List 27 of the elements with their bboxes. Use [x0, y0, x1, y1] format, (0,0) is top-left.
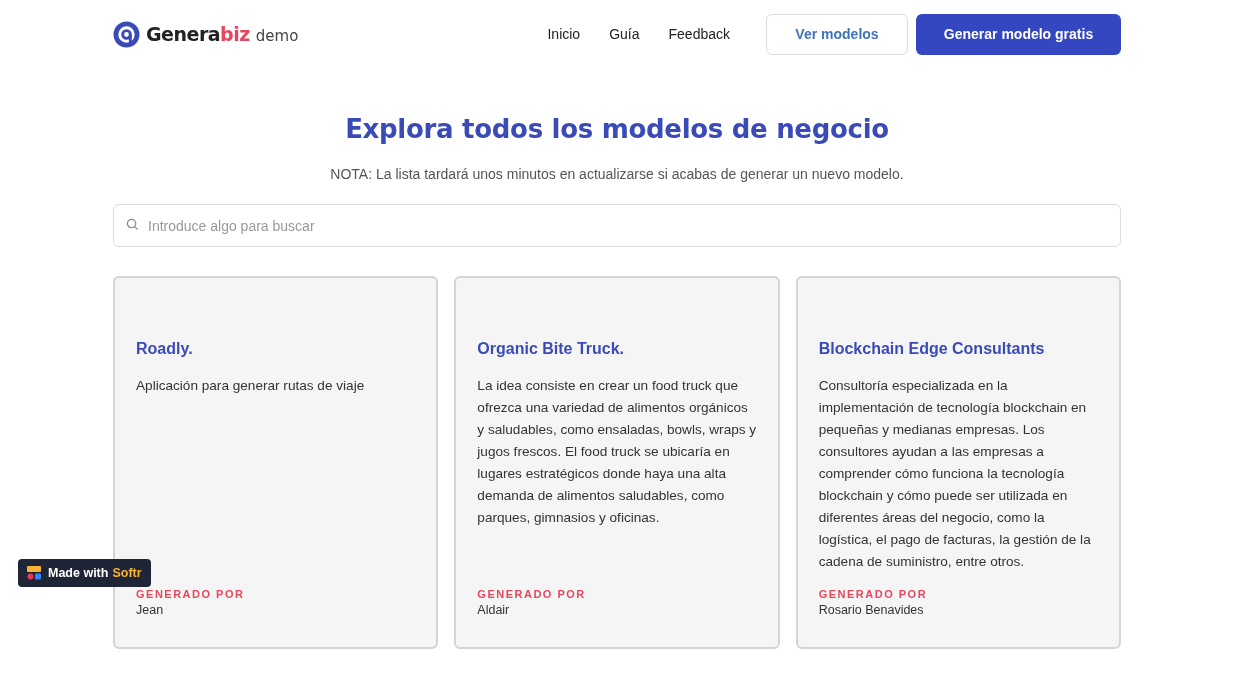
nav-link[interactable]: Inicio: [547, 26, 581, 42]
model-card[interactable]: [454, 276, 780, 649]
card-title: Blockchain Edge Consultants: [818, 340, 1045, 358]
logo-name: Generabiz: [146, 23, 250, 45]
logo-suffix: demo: [255, 26, 299, 45]
card-description: Consultoría especializada en la implementación de tecnología blockchain en pequeñas y medianas empresas. Los consultores ayudan a las empresas a comprender cómo funciona la tecnología blockchain y cómo puede ser utilizada en diferentes áreas del negocio, como la logística, el pago de facturas, la gestión de la cadena de suministro, entre otros.: [818, 377, 1092, 571]
author-label: GENERADO POR: [136, 588, 246, 600]
card-description: Aplicación para generar rutas de viaje: [136, 377, 366, 395]
author-label: GENERADO POR: [477, 588, 587, 600]
nav-link[interactable]: Guía: [609, 26, 640, 42]
logo-icon: [113, 20, 140, 48]
author-name: Rosario Benavides: [818, 603, 925, 617]
note-text: NOTA: La lista tardará unos minutos en actualizarse si acabas de generar un nuevo modelo.: [329, 166, 905, 182]
generate-button[interactable]: Generar modelo gratis: [916, 13, 1121, 55]
author-name: Jean: [136, 603, 165, 617]
softr-logo-icon: [27, 566, 41, 580]
author-name: Aldair: [477, 603, 511, 617]
models-button[interactable]: Ver modelos: [766, 13, 908, 55]
made-with-badge[interactable]: Made with Softr: [18, 559, 151, 587]
author-label: GENERADO POR: [818, 588, 929, 600]
model-card[interactable]: [795, 276, 1121, 649]
card-title: Roadly.: [136, 340, 193, 358]
nav-link[interactable]: Feedback: [668, 26, 730, 42]
page-heading: Explora todos los modelos de negocio: [344, 114, 890, 144]
search-field[interactable]: Introduce algo para buscar: [113, 204, 1121, 247]
card-title: Organic Bite Truck.: [477, 340, 625, 358]
card-description: La idea consiste en crear un food truck que ofrezca una variedad de alimentos orgánicos y saludables, como ensaladas, bowls, wraps y jugos frescos. El food truck se ubicaría en lugares estratégicos donde haya una alta demanda de alimentos saludables, como parques, gimnasios y oficinas.: [477, 377, 757, 527]
